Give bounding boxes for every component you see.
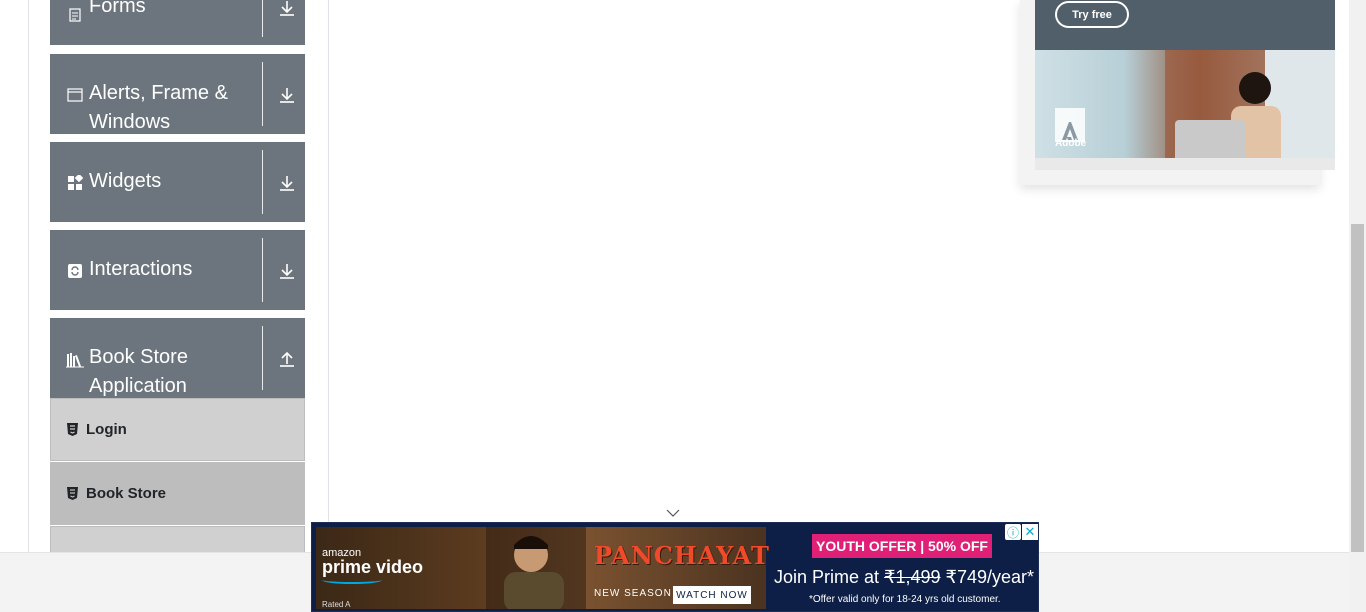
sidebar-group-alerts[interactable]: Alerts, Frame & Windows	[50, 54, 305, 134]
sidebar-group-divider	[262, 238, 263, 302]
ad-choices-icon[interactable]: ⓘ	[1005, 524, 1021, 540]
sidebar-group-label: Interactions	[89, 258, 193, 280]
interactions-icon	[66, 262, 84, 280]
sidebar-left-border	[28, 0, 29, 552]
sidebar-group-book-store-application[interactable]: Book Store Application	[50, 318, 305, 398]
html5-icon	[66, 487, 78, 501]
prime-video-logo: amazon prime video	[322, 547, 423, 584]
sidebar-group-label: Forms	[89, 0, 146, 17]
sidebar-group-interactions[interactable]: Interactions	[50, 230, 305, 310]
page: Forms Alerts, Frame & Windows Widgets In…	[0, 0, 1366, 612]
bookshelf-icon	[66, 351, 84, 369]
top-ad[interactable]: Try free Adobe	[1020, 0, 1335, 185]
sidebar-item-book-store[interactable]: Book Store	[50, 462, 305, 525]
sidebar-group-widgets[interactable]: Widgets	[50, 142, 305, 222]
try-free-button[interactable]: Try free	[1055, 1, 1129, 28]
join-prefix: Join Prime at	[774, 567, 885, 587]
download-icon[interactable]	[276, 0, 298, 19]
banner-ad[interactable]: amazon prime video Rated A PANCHAYAT NEW…	[311, 522, 1039, 612]
chevron-down-icon[interactable]	[665, 506, 681, 520]
download-icon[interactable]	[276, 260, 298, 282]
top-ad-header: Try free	[1035, 0, 1335, 50]
new-price: ₹749/year*	[940, 567, 1035, 587]
join-prime-text: Join Prime at ₹1,499 ₹749/year*	[774, 567, 1034, 588]
sidebar-group-divider	[262, 150, 263, 214]
banner-image: amazon prime video Rated A PANCHAYAT NEW…	[316, 527, 769, 609]
show-title: PANCHAYAT	[594, 541, 770, 570]
youth-offer-badge: YOUTH OFFER | 50% OFF	[812, 534, 992, 558]
window-icon	[66, 86, 84, 104]
sidebar-group-label: Book Store Application	[89, 346, 188, 397]
sidebar-group-divider	[262, 62, 263, 126]
sidebar-group-label: Widgets	[89, 170, 162, 192]
new-season-label: NEW SEASON	[594, 588, 672, 599]
download-icon[interactable]	[276, 84, 298, 106]
sidebar-group-label: Alerts, Frame & Windows	[89, 82, 228, 133]
download-icon[interactable]	[276, 172, 298, 194]
sidebar-item-login[interactable]: Login	[50, 398, 305, 461]
old-price: ₹1,499	[884, 567, 941, 587]
document-icon	[66, 6, 84, 24]
widgets-icon	[66, 174, 84, 192]
watch-now-button[interactable]: WATCH NOW	[673, 586, 751, 604]
close-icon[interactable]: ✕	[1022, 524, 1038, 540]
sidebar-right-border	[328, 0, 329, 552]
sidebar-group-forms[interactable]: Forms	[50, 0, 305, 45]
sidebar-group-divider	[262, 326, 263, 390]
offer-note: *Offer valid only for 18-24 yrs old cust…	[809, 594, 1001, 605]
sidebar-item-label: Book Store	[86, 485, 167, 502]
prime-video-text: prime video	[322, 557, 424, 577]
upload-icon[interactable]	[276, 348, 298, 370]
sidebar-group-divider	[262, 0, 263, 37]
sidebar-item-label: Login	[86, 421, 127, 438]
scrollbar-thumb[interactable]	[1351, 224, 1364, 552]
rating-label: Rated A	[322, 600, 351, 609]
html5-icon	[66, 423, 78, 437]
adobe-logo-icon	[1055, 108, 1085, 142]
top-ad-photo[interactable]: Adobe	[1035, 50, 1335, 170]
adobe-label: Adobe	[1055, 138, 1087, 149]
